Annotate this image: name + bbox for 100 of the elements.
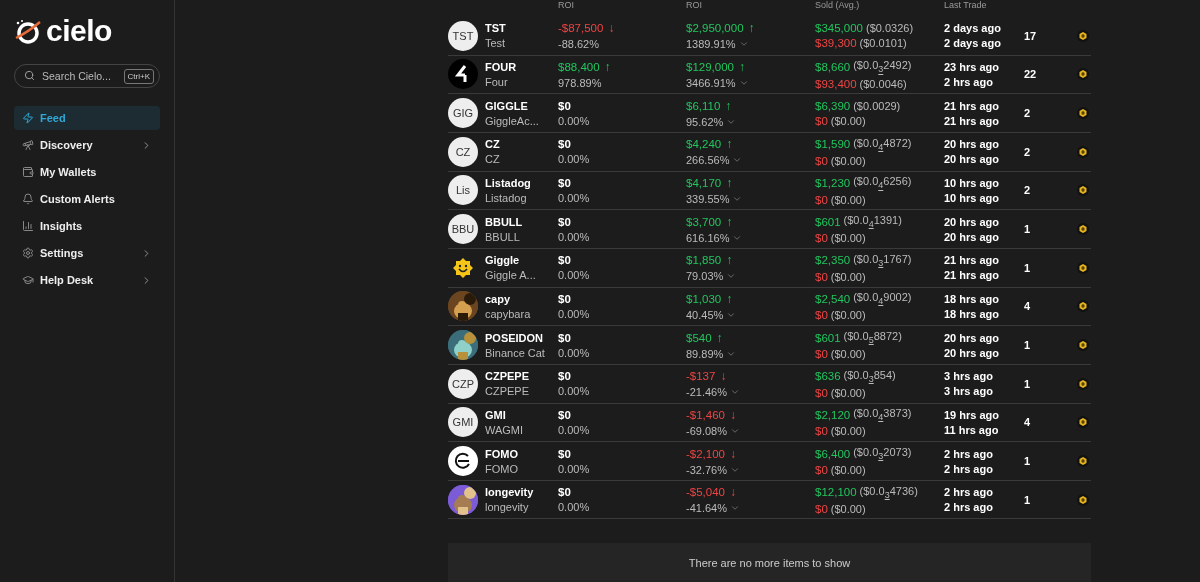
trade-time: 2 hrs ago (944, 501, 994, 514)
token-name: WAGMI (485, 423, 524, 436)
column-header[interactable]: ROI (558, 0, 686, 10)
profit-value: $0 (558, 254, 571, 267)
realized-percent: 0.00% (558, 462, 591, 475)
unrealized-percent: 616.16% (686, 231, 730, 244)
trade-time: 19 hrs ago (944, 408, 1001, 421)
trade-count: 1 (1024, 223, 1031, 236)
sold-value: $0 (815, 270, 828, 283)
trade-count: 2 (1024, 184, 1031, 197)
trend-arrow: ↑ (748, 21, 755, 36)
realized-percent: 0.00% (558, 307, 591, 320)
profit-value: $3,700 (686, 215, 722, 228)
realized-percent: -88.62% (558, 38, 600, 51)
token-name: GiggleAc... (485, 114, 539, 127)
settings-icon (22, 247, 34, 259)
token-symbol: FOUR (485, 60, 517, 73)
bought-value: $345,000 (815, 22, 863, 35)
token-avatar: GIG (448, 98, 478, 129)
nav-item[interactable]: Discovery (14, 133, 160, 157)
column-header[interactable]: ROI (686, 0, 815, 10)
bought-value: $6,400 (815, 447, 851, 460)
trade-count: 1 (1024, 377, 1031, 390)
trade-time: 3 hrs ago (944, 370, 994, 383)
token-name: CZ (485, 153, 500, 166)
nav-item[interactable]: Insights (14, 214, 160, 238)
realized-percent: 0.00% (558, 269, 591, 282)
trend-arrow: ↑ (738, 59, 745, 74)
sold-value: $0 (815, 193, 828, 206)
token-symbol: GIGGLE (485, 99, 529, 112)
trade-time: 2 days ago (944, 22, 1002, 35)
unrealized-percent: 339.55% (686, 192, 730, 205)
average-price: ($0.00) (830, 386, 866, 399)
column-header[interactable]: Last Trade (944, 0, 1091, 10)
profit-value: $0 (558, 408, 571, 421)
sold-value: $39,300 (815, 37, 857, 50)
profit-value: $0 (558, 99, 571, 112)
average-price: ($0.00) (830, 114, 866, 127)
trend-arrow: ↑ (726, 214, 733, 229)
trade-time: 2 hrs ago (944, 462, 994, 475)
unrealized-percent: 266.56% (686, 154, 730, 167)
average-price: ($0.0$_{4}$4872) (853, 136, 912, 152)
profit-value: -$87,500 (558, 22, 604, 35)
token-name: Four (485, 75, 509, 88)
average-price: ($0.00) (830, 270, 866, 283)
trade-count: 2 (1024, 145, 1031, 158)
unrealized-percent: 1389.91% (686, 38, 736, 51)
trade-time: 10 hrs ago (944, 191, 1001, 204)
realized-percent: 0.00% (558, 191, 591, 204)
profit-value: $1,850 (686, 254, 722, 267)
profit-value: -$137 (686, 370, 716, 383)
bought-value: $8,660 (815, 60, 851, 73)
nav-item[interactable]: Help Desk (14, 268, 160, 292)
bell-icon (22, 193, 34, 205)
token-name: BBULL (485, 230, 521, 243)
sold-value: $0 (815, 386, 828, 399)
telescope-icon (22, 139, 34, 151)
bought-value: $636 (815, 370, 841, 383)
realized-percent: 0.00% (558, 501, 591, 514)
sold-value: $0 (815, 348, 828, 361)
profit-value: $6,110 (686, 99, 721, 112)
unrealized-percent: 3466.91% (686, 76, 736, 89)
profit-value: $4,240 (686, 138, 722, 151)
token-avatar: CZP (448, 368, 478, 399)
realized-percent: 978.89% (558, 76, 603, 89)
token-avatar: BBU (448, 214, 478, 245)
trade-time: 3 hrs ago (944, 385, 994, 398)
logo-icon (14, 18, 42, 44)
nav-item[interactable]: Custom Alerts (14, 187, 160, 211)
token-name: FOMO (485, 462, 518, 475)
token-symbol: FOMO (485, 447, 518, 460)
profit-value: -$5,040 (686, 486, 725, 499)
trend-arrow: ↑ (726, 291, 733, 306)
trade-count: 1 (1024, 455, 1031, 467)
trade-count: 1 (1024, 493, 1031, 506)
trade-count: 1 (1024, 261, 1031, 274)
sold-value: $0 (815, 309, 828, 322)
average-price: ($0.00) (830, 309, 866, 322)
average-price: ($0.00) (830, 502, 866, 515)
sold-value: $0 (815, 154, 828, 167)
token-symbol: Giggle (485, 254, 521, 267)
profit-value: $540 (686, 331, 712, 344)
nav-item[interactable]: Settings (14, 241, 160, 265)
unrealized-percent: -32.76% (686, 463, 727, 476)
sold-value: $0 (815, 114, 828, 127)
token-symbol: longevity (485, 486, 534, 499)
average-price: ($0.00) (830, 193, 866, 206)
column-header[interactable]: Sold (Avg.) (815, 0, 944, 10)
average-price: ($0.00) (830, 348, 866, 361)
trade-count: 4 (1024, 300, 1031, 313)
trade-time: 20 hrs ago (944, 331, 1001, 344)
trade-time: 2 hrs ago (944, 75, 994, 88)
bought-value: $2,350 (815, 254, 851, 267)
bought-value: $1,230 (815, 176, 851, 189)
bolt-icon (22, 112, 34, 124)
nav-item[interactable]: My Wallets (14, 160, 160, 184)
bought-value: $2,120 (815, 408, 851, 421)
average-price: ($0.0046) (859, 77, 907, 90)
nav-item[interactable]: Feed (14, 106, 160, 130)
trade-count: 2 (1024, 107, 1031, 120)
